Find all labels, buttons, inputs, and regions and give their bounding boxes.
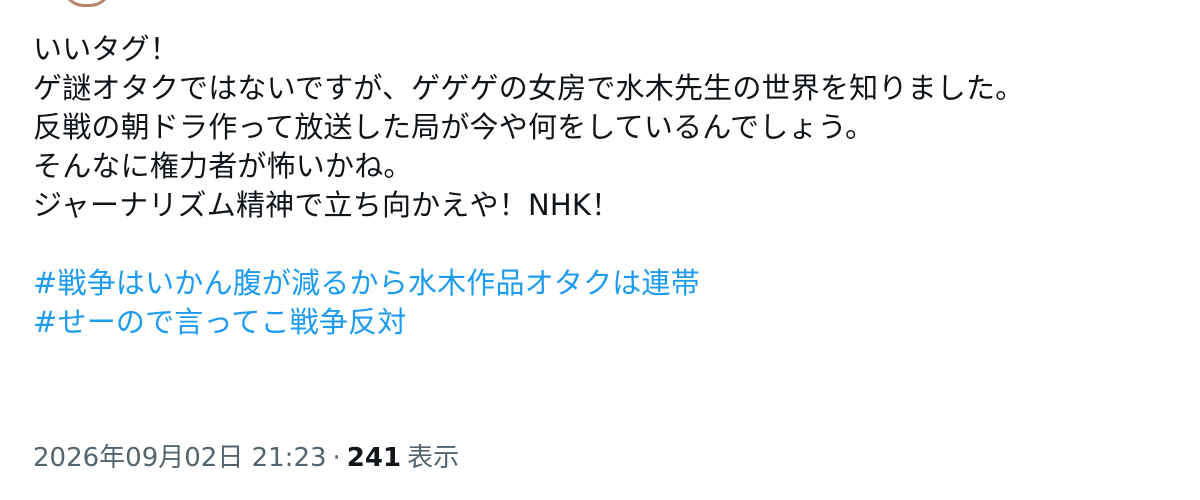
views-label: 表示 <box>407 443 460 473</box>
tweet-line: いいタグ！ <box>33 32 180 66</box>
hashtag-link[interactable]: #せーので言ってこ戦争反対 <box>33 303 1183 342</box>
tweet-text: いいタグ！ ゲ謎オタクではないですが、ゲゲゲの女房で水木先生の世界を知りました。… <box>33 30 1183 342</box>
tweet-body: いいタグ！ ゲ謎オタクではないですが、ゲゲゲの女房で水木先生の世界を知りました。… <box>33 30 1183 342</box>
tweet-line: 反戦の朝ドラ作って放送した局が今や何をしているんでしょう。 <box>33 110 875 144</box>
timestamp-link[interactable]: 2026年09月02日 21:23 <box>33 443 327 473</box>
hashtag-link[interactable]: #戦争はいかん腹が減るから水木作品オタクは連帯 <box>33 264 1183 303</box>
avatar[interactable] <box>62 0 112 7</box>
tweet-line: ジャーナリズム精神で立ち向かえや！NHK！ <box>33 188 621 222</box>
tweet-line: そんなに権力者が怖いかね。 <box>33 149 413 183</box>
tweet-meta: 2026年09月02日 21:23 · 241 表示 <box>33 440 459 476</box>
meta-separator: · <box>332 443 341 473</box>
tweet-line: ゲ謎オタクではないですが、ゲゲゲの女房で水木先生の世界を知りました。 <box>33 71 1025 105</box>
views-count[interactable]: 241 <box>347 443 401 473</box>
